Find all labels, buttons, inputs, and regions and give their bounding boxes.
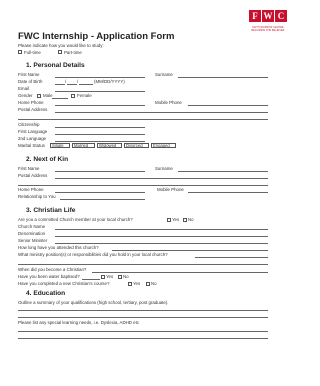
denomination-field[interactable] bbox=[55, 236, 268, 237]
kin-mobile-phone-label: Mobile Phone bbox=[157, 187, 184, 192]
email-field[interactable] bbox=[55, 91, 145, 92]
learning-needs-line-1[interactable] bbox=[18, 331, 268, 332]
marital-widowed-option[interactable]: Widowed bbox=[97, 143, 122, 148]
marital-engaged-option[interactable]: Engaged bbox=[151, 143, 176, 148]
kin-first-name-field[interactable] bbox=[55, 171, 145, 172]
kin-surname-label: Surname bbox=[155, 166, 173, 171]
kin-home-phone-field[interactable] bbox=[55, 192, 145, 193]
dob-format-hint: (MM/DD/YYYY) bbox=[94, 79, 125, 84]
part-time-label: Part-time bbox=[64, 49, 82, 55]
dob-day-field[interactable] bbox=[67, 84, 77, 85]
foundations-no-checkbox[interactable] bbox=[146, 281, 150, 286]
baptised-underline bbox=[82, 279, 100, 280]
male-checkbox[interactable] bbox=[37, 93, 41, 98]
marital-single-option[interactable]: Single bbox=[50, 143, 70, 148]
when-christian-field[interactable] bbox=[92, 272, 268, 273]
kin-postal-address-line-2[interactable] bbox=[18, 185, 268, 186]
kin-home-phone-label: Home Phone bbox=[18, 187, 44, 192]
qualifications-question: Outline a summary of your qualifications… bbox=[18, 300, 169, 305]
part-time-checkbox[interactable] bbox=[58, 50, 62, 54]
marital-status-label: Marital Status bbox=[18, 143, 45, 148]
postal-address-line-2[interactable] bbox=[18, 119, 268, 120]
female-label: Female bbox=[77, 93, 92, 98]
foundations-yes-checkbox[interactable] bbox=[128, 281, 132, 286]
church-name-label: Church Name bbox=[18, 224, 46, 229]
first-language-label: First Language bbox=[18, 129, 48, 134]
first-language-field[interactable] bbox=[55, 134, 145, 135]
foundations-question: Have you completed a new Christian's cou… bbox=[18, 281, 110, 286]
attended-field[interactable] bbox=[112, 250, 268, 251]
mobile-phone-field[interactable] bbox=[188, 105, 268, 106]
marital-divorced-option[interactable]: Divorced bbox=[124, 143, 149, 148]
senior-minister-field[interactable] bbox=[55, 243, 268, 244]
qualifications-line-1[interactable] bbox=[18, 310, 268, 311]
baptised-yes-label: Yes bbox=[106, 274, 114, 279]
dob-label: Date of Birth bbox=[18, 79, 43, 84]
home-phone-label: Home Phone bbox=[18, 100, 44, 105]
gender-label: Gender bbox=[18, 93, 33, 98]
page-title: FWC Internship - Application Form bbox=[18, 31, 175, 42]
kin-relationship-label: Relationship to You bbox=[18, 194, 56, 199]
surname-label: Surname bbox=[155, 72, 173, 77]
study-instruction: Please indicate how you would like to st… bbox=[18, 43, 104, 48]
member-no-label: No bbox=[188, 217, 194, 222]
foundations-yes-label: Yes bbox=[133, 281, 141, 286]
first-name-field[interactable] bbox=[55, 77, 145, 78]
when-christian-question: When did you become a Christian? bbox=[18, 267, 87, 272]
postal-address-line-1[interactable] bbox=[55, 112, 268, 113]
mobile-phone-label: Mobile Phone bbox=[155, 100, 182, 105]
foundations-no-label: No bbox=[151, 281, 157, 286]
learning-needs-line-2[interactable] bbox=[18, 338, 268, 339]
surname-field[interactable] bbox=[178, 77, 268, 78]
kin-mobile-phone-field[interactable] bbox=[188, 192, 268, 193]
female-checkbox[interactable] bbox=[71, 93, 75, 98]
postal-address-label: Postal Address bbox=[18, 107, 48, 112]
first-name-label: First Name bbox=[18, 72, 40, 77]
second-language-field[interactable] bbox=[55, 141, 145, 142]
baptised-question: Have you been water baptised? bbox=[18, 274, 80, 279]
baptised-no-label: No bbox=[123, 274, 129, 279]
section-education-heading: 4. Education bbox=[26, 290, 66, 297]
kin-surname-field[interactable] bbox=[178, 171, 268, 172]
citizenship-label: Citizenship bbox=[18, 122, 40, 127]
dob-year-field[interactable] bbox=[79, 84, 93, 85]
logo-letter-f: F bbox=[249, 10, 261, 22]
full-time-label: Full-time bbox=[24, 49, 41, 55]
ministry-question: What ministry position(s) or responsibil… bbox=[18, 252, 168, 257]
baptised-no-checkbox[interactable] bbox=[118, 274, 122, 279]
senior-minister-label: Senior Minister bbox=[18, 238, 48, 243]
member-no-checkbox[interactable] bbox=[183, 217, 187, 222]
dob-month-field[interactable] bbox=[55, 84, 65, 85]
attended-question: How long have you attended this church? bbox=[18, 245, 99, 250]
marital-married-option[interactable]: Married bbox=[72, 143, 95, 148]
kin-postal-address-label: Postal Address bbox=[18, 173, 48, 178]
qualifications-line-2[interactable] bbox=[18, 317, 268, 318]
ministry-field-line-2[interactable] bbox=[18, 264, 268, 265]
section-christian-life-heading: 3. Christian Life bbox=[26, 207, 76, 214]
male-underline bbox=[52, 98, 68, 99]
fwc-logo: F W C bbox=[249, 10, 289, 24]
section-personal-details-heading: 1. Personal Details bbox=[26, 62, 85, 69]
citizenship-field[interactable] bbox=[55, 127, 145, 128]
church-member-question: Are you a committed Church member at you… bbox=[18, 217, 133, 222]
logo-subtitle-2: BECOMING THE BELIEVER bbox=[251, 29, 285, 32]
home-phone-field[interactable] bbox=[55, 105, 145, 106]
logo-letter-w: W bbox=[262, 10, 274, 22]
member-yes-label: Yes bbox=[172, 217, 180, 222]
church-name-field[interactable] bbox=[55, 229, 268, 230]
learning-needs-question: Please list any special learning needs, … bbox=[18, 320, 140, 325]
full-time-checkbox[interactable] bbox=[18, 50, 22, 54]
denomination-label: Denomination bbox=[18, 231, 46, 236]
baptised-yes-checkbox[interactable] bbox=[101, 274, 105, 279]
logo-letter-c: C bbox=[275, 10, 287, 22]
section-next-of-kin-heading: 2. Next of Kin bbox=[26, 156, 69, 163]
kin-postal-address-line-1[interactable] bbox=[55, 178, 268, 179]
kin-first-name-label: First Name bbox=[18, 166, 40, 171]
ministry-field-line-1[interactable] bbox=[195, 257, 268, 258]
second-language-label: 2nd Language bbox=[18, 136, 47, 141]
member-yes-checkbox[interactable] bbox=[167, 217, 171, 222]
kin-relationship-field[interactable] bbox=[60, 199, 145, 200]
email-label: Email bbox=[18, 86, 29, 91]
